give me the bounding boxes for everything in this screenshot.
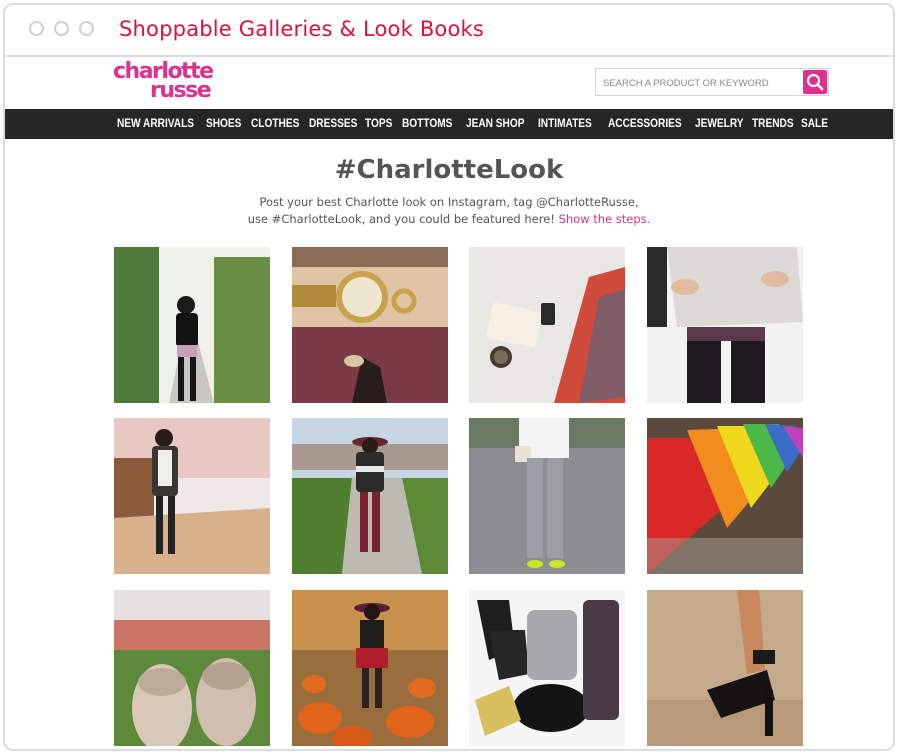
gallery-photo-rainbow-heels[interactable]	[647, 418, 803, 574]
gallery-photo-outfit-autumn[interactable]	[114, 418, 270, 574]
subtitle-line2: use #CharlotteLook, and you could be fea…	[247, 212, 555, 226]
nav-new-arrivals[interactable]: NEW ARRIVALS	[117, 109, 194, 139]
gallery-photo-patterned-tights[interactable]	[647, 247, 803, 403]
gallery-photo-pumpkin-patch[interactable]	[292, 590, 448, 746]
nav-tops[interactable]: TOPS	[365, 109, 392, 139]
nav-intimates[interactable]: INTIMATES	[538, 109, 592, 139]
nav-accessories[interactable]: ACCESSORIES	[608, 109, 682, 139]
window-minimize-dot[interactable]	[54, 21, 69, 36]
window-maximize-dot[interactable]	[79, 21, 94, 36]
browser-window: Shoppable Galleries & Look Books charlot…	[3, 3, 895, 751]
page-title: #CharlotteLook	[334, 155, 564, 185]
main-nav: NEW ARRIVALS SHOES CLOTHES DRESSES TOPS …	[5, 109, 893, 139]
gallery-photo-platform-sandals[interactable]	[647, 590, 803, 746]
search-box	[595, 68, 829, 96]
gallery-photo-outfit-flatlay[interactable]	[469, 590, 625, 746]
site-header: charlotte russe	[5, 57, 893, 111]
gallery-photo-gray-jeans[interactable]	[469, 418, 625, 574]
nav-jewelry[interactable]: JEWELRY	[695, 109, 744, 139]
subtitle-line1: Post your best Charlotte look on Instagr…	[259, 195, 639, 209]
nav-sale[interactable]: SALE	[801, 109, 828, 139]
nav-jean-shop[interactable]: JEAN SHOP	[466, 109, 524, 139]
show-steps-link[interactable]: Show the steps.	[559, 212, 651, 226]
nav-clothes[interactable]: CLOTHES	[251, 109, 299, 139]
brand-logo[interactable]: charlotte russe	[113, 61, 214, 102]
window-close-dot[interactable]	[29, 21, 44, 36]
nav-shoes[interactable]: SHOES	[206, 109, 241, 139]
search-icon	[806, 73, 824, 91]
gallery-photo-outfit-garden[interactable]	[114, 247, 270, 403]
nav-dresses[interactable]: DRESSES	[309, 109, 357, 139]
search-input[interactable]	[601, 72, 795, 94]
page-subtitle: Post your best Charlotte look on Instagr…	[5, 194, 893, 228]
gallery-photo-outfit-hat[interactable]	[292, 418, 448, 574]
gallery-photo-oxford-shoes[interactable]	[114, 590, 270, 746]
window-title: Shoppable Galleries & Look Books	[119, 17, 485, 41]
nav-bottoms[interactable]: BOTTOMS	[402, 109, 452, 139]
search-button[interactable]	[803, 70, 827, 94]
window-titlebar: Shoppable Galleries & Look Books	[5, 5, 893, 57]
gallery-photo-leggings-flatlay[interactable]	[469, 247, 625, 403]
gallery-photo-watch-bracelets[interactable]	[292, 247, 448, 403]
nav-trends[interactable]: TRENDS	[752, 109, 794, 139]
